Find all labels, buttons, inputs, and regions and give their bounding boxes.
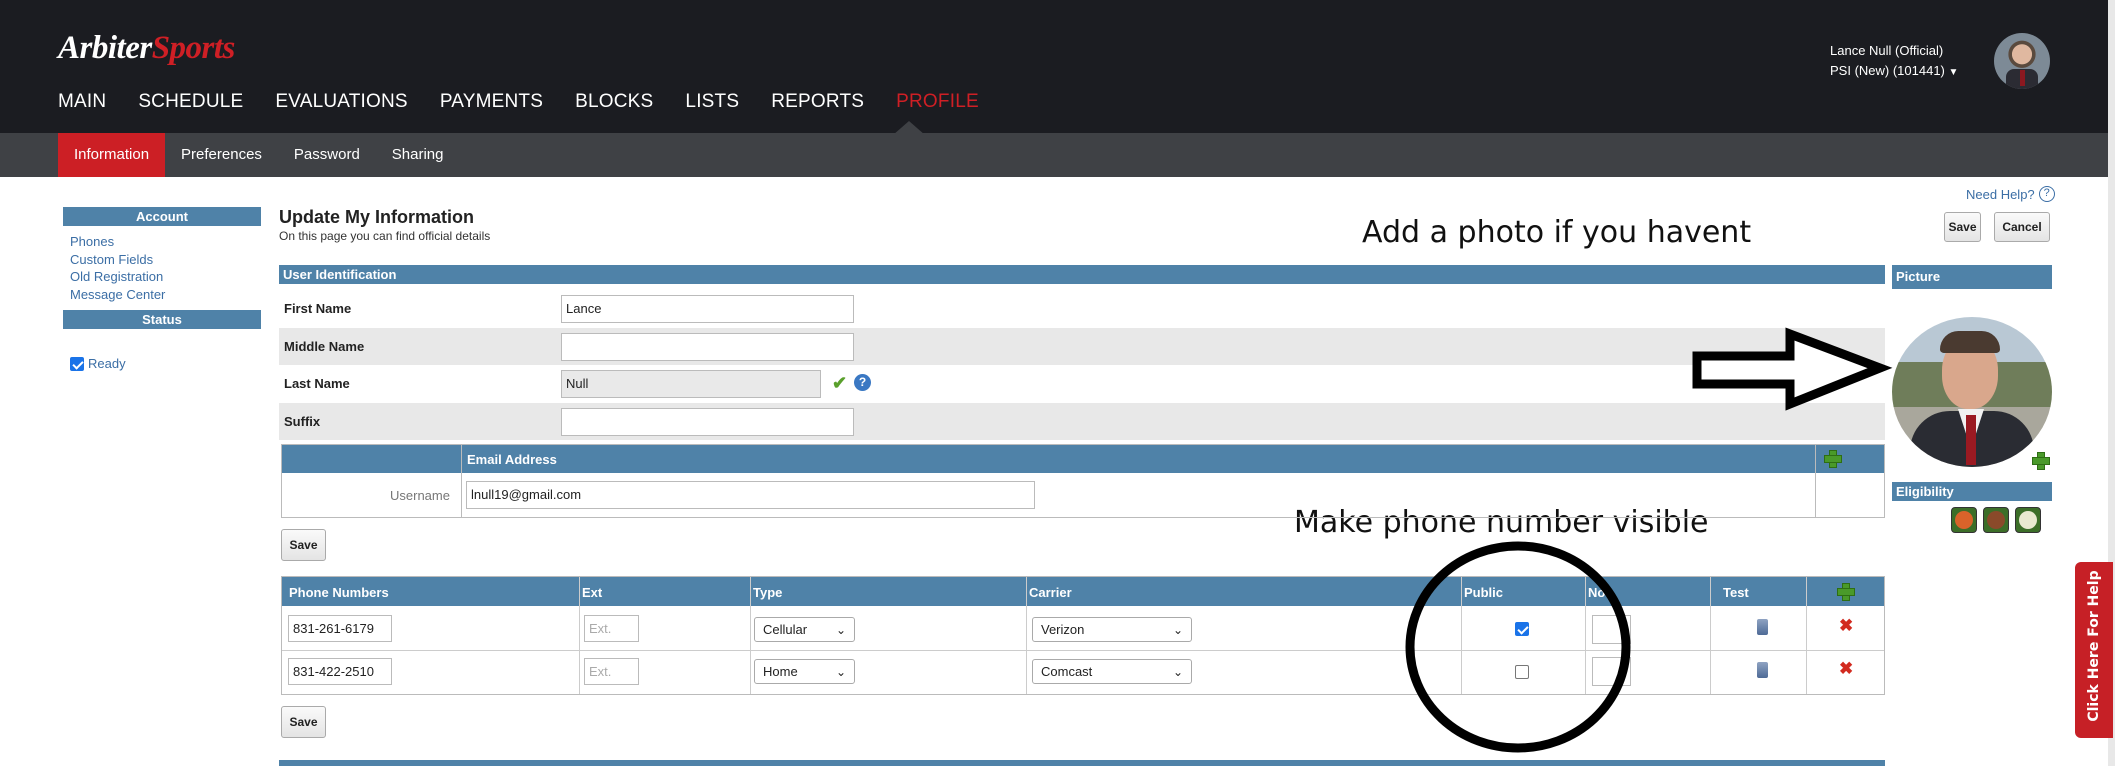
arrow-annotation <box>1692 327 1893 411</box>
help-tab[interactable]: Click Here For Help <box>2075 562 2113 738</box>
annotation-overlay <box>1405 327 1893 753</box>
help-tab-label: Click Here For Help <box>2086 570 2102 722</box>
circle-annotation <box>1405 541 1631 753</box>
